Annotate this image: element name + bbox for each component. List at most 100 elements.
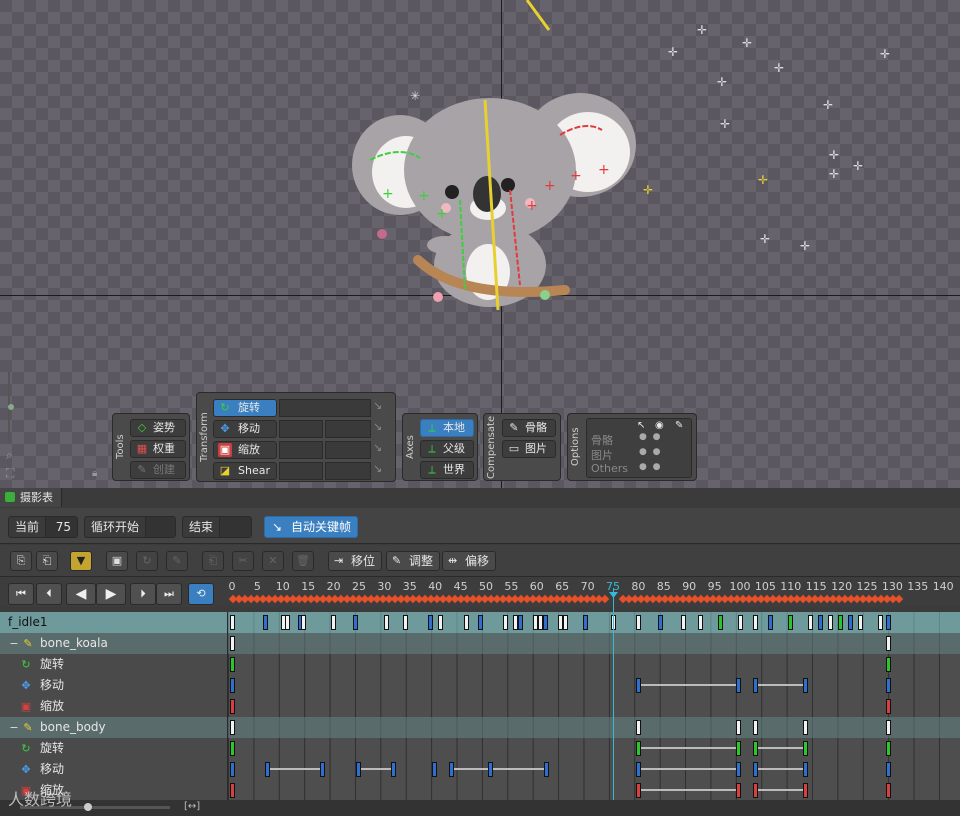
keyframe[interactable] <box>828 615 833 630</box>
keyframe[interactable] <box>563 615 568 630</box>
bone-cross-marker[interactable]: ✛ <box>774 62 784 74</box>
compensate-bones-button[interactable]: ✎ 骨骼 <box>502 419 556 437</box>
option-toggle[interactable]: ● ● <box>639 432 660 442</box>
shift-button[interactable]: ⇹ 偏移 <box>442 551 497 571</box>
keyframe[interactable] <box>518 615 523 630</box>
keyframe[interactable] <box>230 762 235 777</box>
keyframe[interactable] <box>886 720 891 735</box>
bone-cross-marker[interactable]: ✛ <box>758 174 768 186</box>
keyframe[interactable] <box>803 720 808 735</box>
move-row[interactable]: ✥ 移动 ↘ <box>213 420 382 438</box>
end-frame-input[interactable] <box>219 517 251 537</box>
loop-icon[interactable]: ⟲ <box>188 583 214 605</box>
refresh-icon[interactable]: ↻ <box>136 551 158 571</box>
keyframe[interactable] <box>886 741 891 756</box>
track-lane[interactable] <box>228 717 960 738</box>
axes-parent-button[interactable]: ⟂ 父级 <box>420 440 474 458</box>
track-lane[interactable] <box>228 654 960 675</box>
bone-cross-marker[interactable]: ✛ <box>717 76 727 88</box>
keyframe[interactable] <box>818 615 823 630</box>
keyframe[interactable] <box>736 720 741 735</box>
shear-y-field[interactable] <box>325 462 371 480</box>
bone-icon[interactable]: ↘ <box>373 399 382 412</box>
track-lane[interactable] <box>228 738 960 759</box>
keyframe[interactable] <box>391 762 396 777</box>
pose-tool-button[interactable]: ◇ 姿势 <box>130 419 186 437</box>
trash-icon[interactable]: 🗑︎ <box>292 551 314 571</box>
track-lane[interactable] <box>228 696 960 717</box>
keyframe[interactable] <box>803 783 808 798</box>
timeline-ruler[interactable]: 0 5 10 15 20 25 30 35 40 45 50 55 60 65 70 75 80 85 90 95 10… <box>228 577 960 607</box>
bone-cross-marker[interactable]: ✛ <box>880 48 890 60</box>
keyframe[interactable] <box>736 783 741 798</box>
bone-cross-marker[interactable]: ✛ <box>829 149 839 161</box>
property-track[interactable]: ↻ 旋转 <box>0 654 960 675</box>
keyframe[interactable] <box>301 615 306 630</box>
keyframe[interactable] <box>263 615 268 630</box>
track-name[interactable]: ✥ 移动 <box>0 759 228 780</box>
keyframe[interactable] <box>583 615 588 630</box>
track-lane[interactable] <box>228 612 960 633</box>
rotate-value-field[interactable] <box>279 399 371 417</box>
keyframe[interactable] <box>230 615 235 630</box>
keyframe[interactable] <box>438 615 443 630</box>
close-icon[interactable]: ✕ <box>262 551 284 571</box>
keyframe[interactable] <box>230 657 235 672</box>
keyframe[interactable] <box>403 615 408 630</box>
collapse-icon[interactable]: − <box>8 721 20 734</box>
track-name[interactable]: f_idle1 <box>0 612 228 633</box>
keyframe[interactable] <box>698 615 703 630</box>
rotate-row[interactable]: ↻ 旋转 ↘ <box>213 399 382 417</box>
move-y-field[interactable] <box>325 420 371 438</box>
keyframe[interactable] <box>886 762 891 777</box>
prev-key-icon[interactable]: ⏴ <box>36 583 62 605</box>
keyframe[interactable] <box>503 615 508 630</box>
keyframe[interactable] <box>886 636 891 651</box>
shear-row[interactable]: ◪ Shear ↘ <box>213 462 382 480</box>
timeline-zoom-knob[interactable] <box>84 803 92 811</box>
keyframe[interactable] <box>753 720 758 735</box>
bone-cross-marker[interactable]: ✛ <box>697 24 707 36</box>
bone-cross-marker[interactable]: ✛ <box>853 160 863 172</box>
keyframe[interactable] <box>230 678 235 693</box>
keyframe[interactable] <box>736 678 741 693</box>
tab-dopesheet[interactable]: 摄影表 <box>0 488 62 507</box>
keyframe[interactable] <box>384 615 389 630</box>
copy-icon[interactable]: ⎘ <box>10 551 32 571</box>
filter-icon[interactable]: ▼ <box>70 551 92 571</box>
offset-button[interactable]: ⇥ 移位 <box>328 551 383 571</box>
track-name[interactable]: ↻ 旋转 <box>0 738 228 759</box>
property-track[interactable]: ▣ 缩放 <box>0 696 960 717</box>
scale-x-field[interactable] <box>279 441 323 459</box>
lock-icon[interactable]: ▣ <box>106 551 128 571</box>
paste-keys-icon[interactable]: ⎗ <box>202 551 224 571</box>
option-toggle[interactable]: ● ● <box>639 462 660 472</box>
keyframe[interactable] <box>464 615 469 630</box>
keyframe[interactable] <box>718 615 723 630</box>
keyframe[interactable] <box>636 741 641 756</box>
track-name[interactable]: ▣ 缩放 <box>0 696 228 717</box>
current-frame-input[interactable]: 75 <box>45 517 77 537</box>
keyframe[interactable] <box>736 762 741 777</box>
move-x-field[interactable] <box>279 420 323 438</box>
bone-cross-marker[interactable]: ✛ <box>720 118 730 130</box>
bone-track[interactable]: − ✎ bone_body <box>0 717 960 738</box>
keyframe[interactable] <box>478 615 483 630</box>
property-track[interactable]: ✥ 移动 <box>0 759 960 780</box>
bone-cross-marker[interactable]: ✛ <box>643 184 653 196</box>
property-track[interactable]: ✥ 移动 <box>0 675 960 696</box>
keyframe[interactable] <box>803 678 808 693</box>
bone-cross-marker[interactable]: ✛ <box>800 240 810 252</box>
keyframe[interactable] <box>753 762 758 777</box>
keyframe[interactable] <box>788 615 793 630</box>
current-frame-box[interactable]: 当前 75 <box>8 516 78 538</box>
keyframe[interactable] <box>636 678 641 693</box>
keyframe[interactable] <box>230 720 235 735</box>
canvas-viewport[interactable]: ✛ ✛ ✛ ✛ ✛ ✛ ✛ ✛ ✛ ✛ ✛ ✛ ✛ ✛ ✛ ✳ + + + + … <box>0 0 960 488</box>
auto-key-button[interactable]: ↘ 自动关键帧 <box>264 516 358 538</box>
keyframe[interactable] <box>753 678 758 693</box>
move-button[interactable]: ✥ 移动 <box>213 420 277 438</box>
keyframe[interactable] <box>230 741 235 756</box>
keyframe[interactable] <box>681 615 686 630</box>
keyframe[interactable] <box>428 615 433 630</box>
